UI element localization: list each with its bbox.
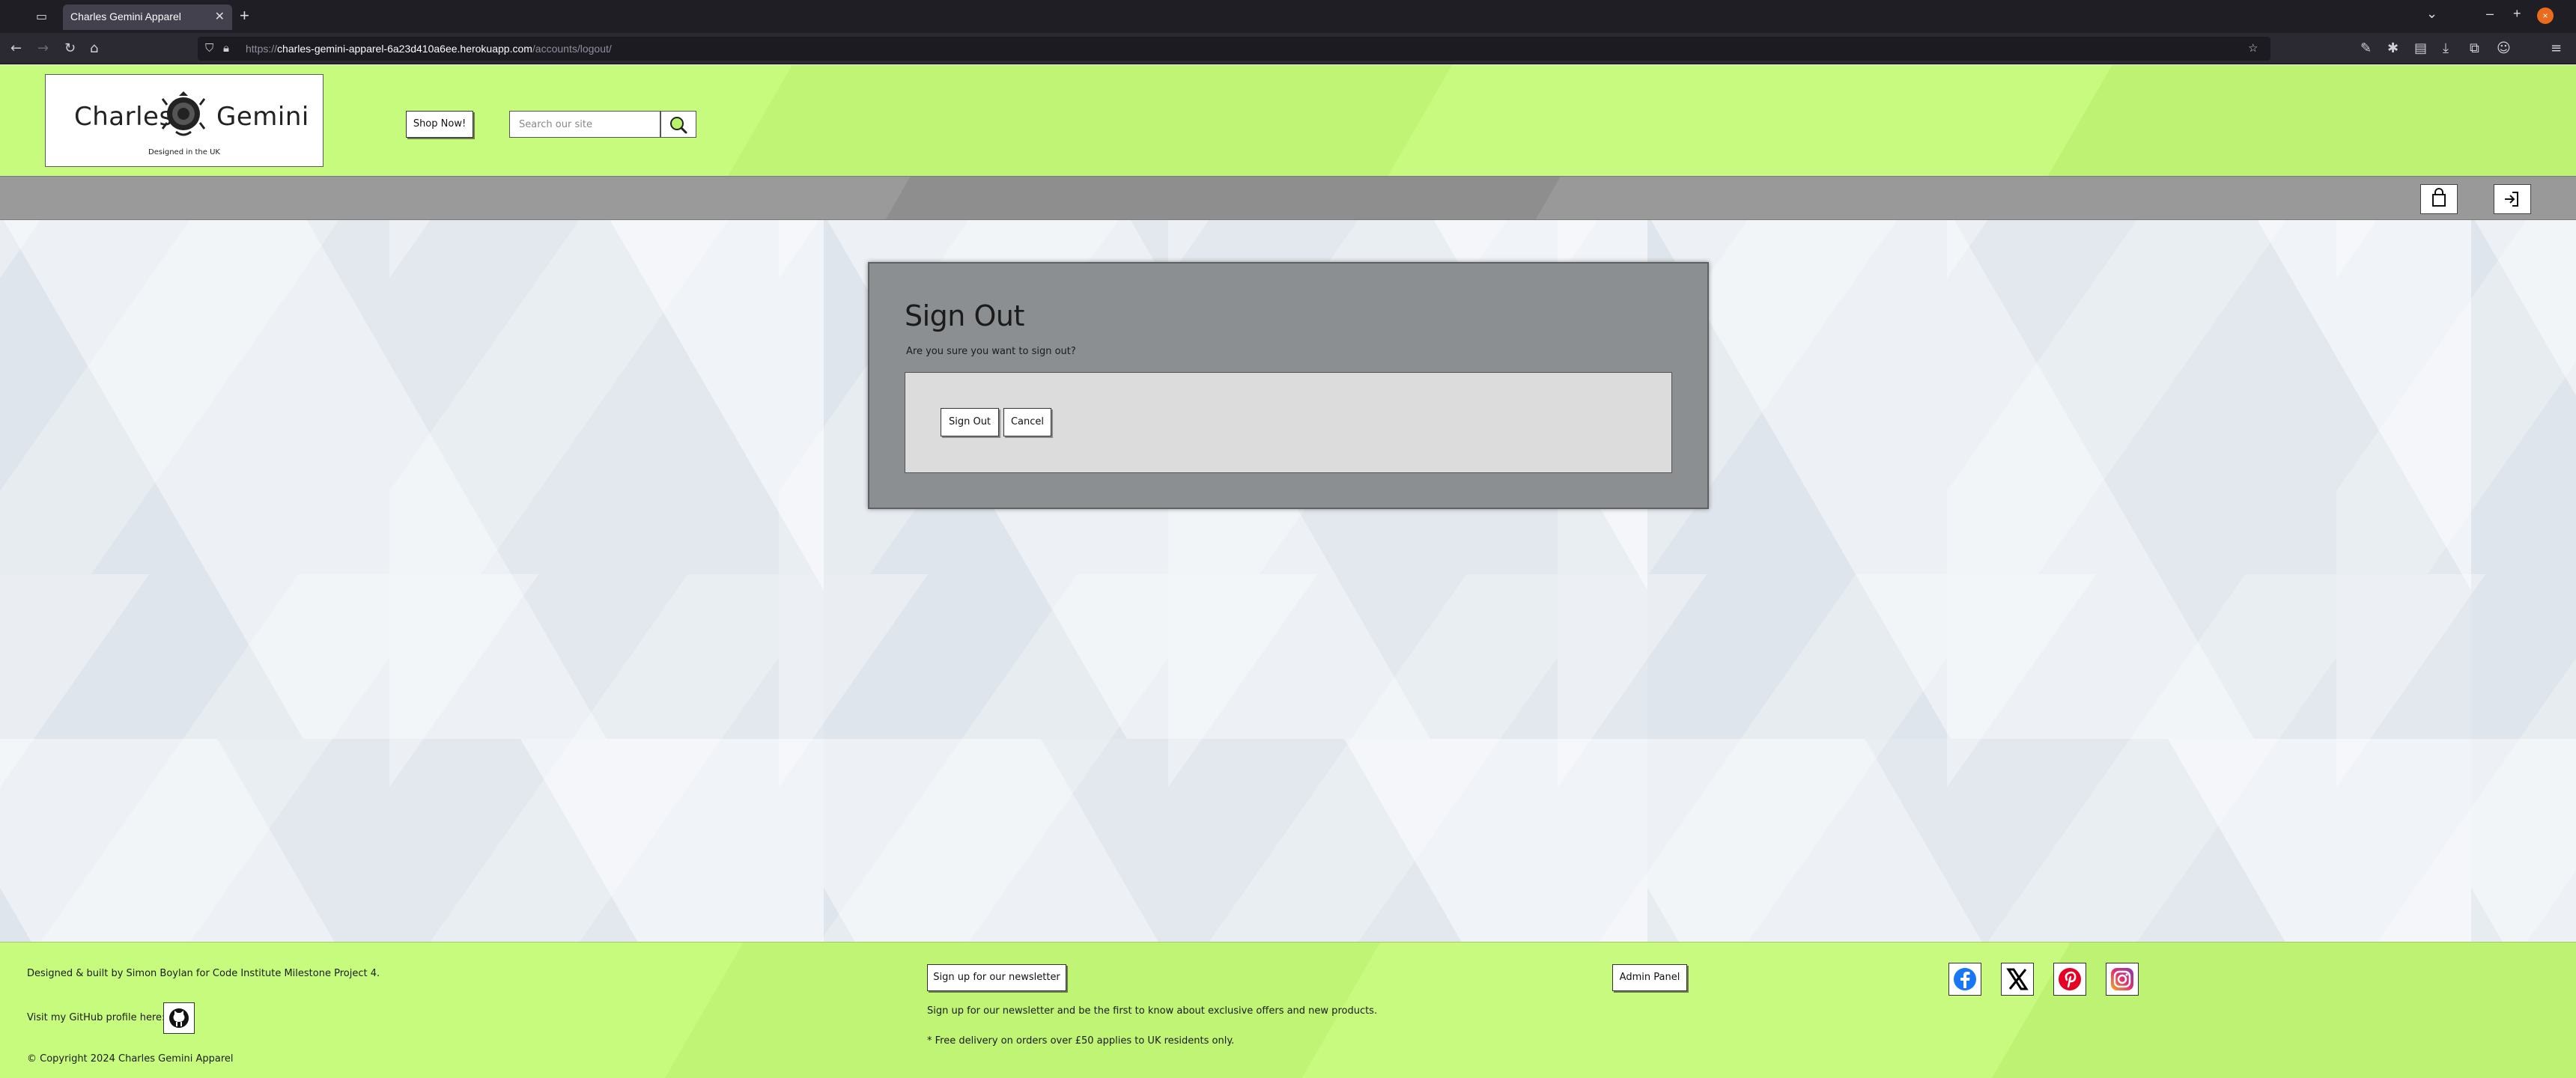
menu-icon[interactable]: ≡ (2551, 40, 2562, 56)
addons-icon[interactable]: ⧉ (2470, 40, 2479, 56)
url-text: https://charles-gemini-apparel-6a23d410a… (246, 43, 612, 55)
x-icon (2006, 968, 2029, 990)
browser-tab[interactable]: Charles Gemini Apparel ✕ (63, 4, 232, 30)
signout-form: Sign Out Cancel (905, 372, 1672, 473)
footer-copyright: © Copyright 2024 Charles Gemini Apparel (27, 1053, 234, 1065)
logout-button[interactable] (2494, 184, 2531, 214)
tracking-shield-icon[interactable]: ⛉ (205, 41, 213, 55)
shop-now-button[interactable]: Shop Now! (406, 111, 473, 138)
new-tab-icon[interactable]: + (240, 6, 249, 25)
pinterest-link[interactable] (2053, 963, 2086, 996)
site-logo[interactable]: Charles Gemini Designed in the UK (45, 74, 323, 167)
forward-icon[interactable]: → (37, 40, 49, 56)
logo-tagline: Designed in the UK (148, 148, 220, 156)
url-bar[interactable]: ⛉ 🔒︎ https://charles-gemini-apparel-6a23… (198, 37, 2270, 61)
site-toolbar (0, 176, 2576, 220)
bookmark-star-icon[interactable]: ☆ (2248, 41, 2258, 55)
signout-card: Sign Out Are you sure you want to sign o… (868, 262, 1709, 509)
reload-icon[interactable]: ↻ (64, 40, 76, 56)
extension-icon[interactable]: ✱ (2387, 40, 2399, 56)
search-button[interactable] (660, 111, 696, 138)
page-title: Sign Out (905, 299, 1024, 332)
home-icon[interactable]: ⌂ (90, 40, 98, 56)
github-link[interactable] (163, 1002, 195, 1034)
lock-icon[interactable]: 🔒︎ (223, 41, 229, 55)
profile-icon[interactable]: ☺ (2497, 40, 2511, 56)
github-label: Visit my GitHub profile here: (27, 1012, 165, 1023)
instagram-icon (2111, 968, 2133, 990)
shopping-bag-icon (2432, 188, 2446, 207)
logo-text-right: Gemini (216, 102, 309, 132)
tab-title: Charles Gemini Apparel (70, 10, 181, 22)
crest-icon (161, 91, 206, 136)
delivery-text: * Free delivery on orders over £50 appli… (927, 1035, 1235, 1047)
close-tab-icon[interactable]: ✕ (215, 9, 225, 24)
cancel-button[interactable]: Cancel (1003, 408, 1051, 436)
github-icon (169, 1008, 189, 1028)
browser-tab-bar: ▭ Charles Gemini Apparel ✕ + ⌄ – + × (0, 0, 2576, 33)
facebook-icon (1954, 968, 1976, 990)
admin-panel-button[interactable]: Admin Panel (1612, 964, 1687, 991)
newsletter-text: Sign up for our newsletter and be the fi… (927, 1005, 1378, 1017)
site-header: Charles Gemini Designed in the UK Shop N… (0, 65, 2576, 176)
sign-out-button[interactable]: Sign Out (941, 408, 999, 436)
search-input[interactable] (509, 111, 660, 138)
newsletter-button[interactable]: Sign up for our newsletter (927, 964, 1066, 991)
minimize-icon[interactable]: – (2486, 6, 2494, 22)
tools-icon[interactable]: ✎ (2360, 40, 2372, 56)
web-page: Charles Gemini Designed in the UK Shop N… (0, 65, 2576, 1078)
site-footer: Designed & built by Simon Boylan for Cod… (0, 942, 2576, 1078)
downloads-icon[interactable]: ⤓ (2443, 40, 2449, 56)
close-window-icon[interactable]: × (2537, 7, 2554, 24)
footer-credits: Designed & built by Simon Boylan for Cod… (27, 968, 380, 979)
back-icon[interactable]: ← (10, 40, 22, 56)
shopping-bag-button[interactable] (2420, 184, 2458, 214)
maximize-icon[interactable]: + (2513, 6, 2521, 22)
logout-icon (2505, 192, 2518, 207)
screenshot-icon[interactable]: ▤ (2414, 40, 2427, 56)
tab-list-chevron-icon[interactable]: ⌄ (2426, 6, 2437, 22)
signout-prompt: Are you sure you want to sign out? (906, 346, 1076, 357)
instagram-link[interactable] (2106, 963, 2139, 996)
x-link[interactable] (2001, 963, 2034, 996)
tab-overview-icon[interactable]: ▭ (36, 9, 52, 24)
pinterest-icon (2059, 968, 2081, 990)
facebook-link[interactable] (1948, 963, 1981, 996)
browser-nav-bar: ← → ↻ ⌂ ⛉ 🔒︎ https://charles-gemini-appa… (0, 33, 2576, 64)
search-icon (670, 117, 687, 134)
logo-text-left: Charles (74, 102, 173, 132)
